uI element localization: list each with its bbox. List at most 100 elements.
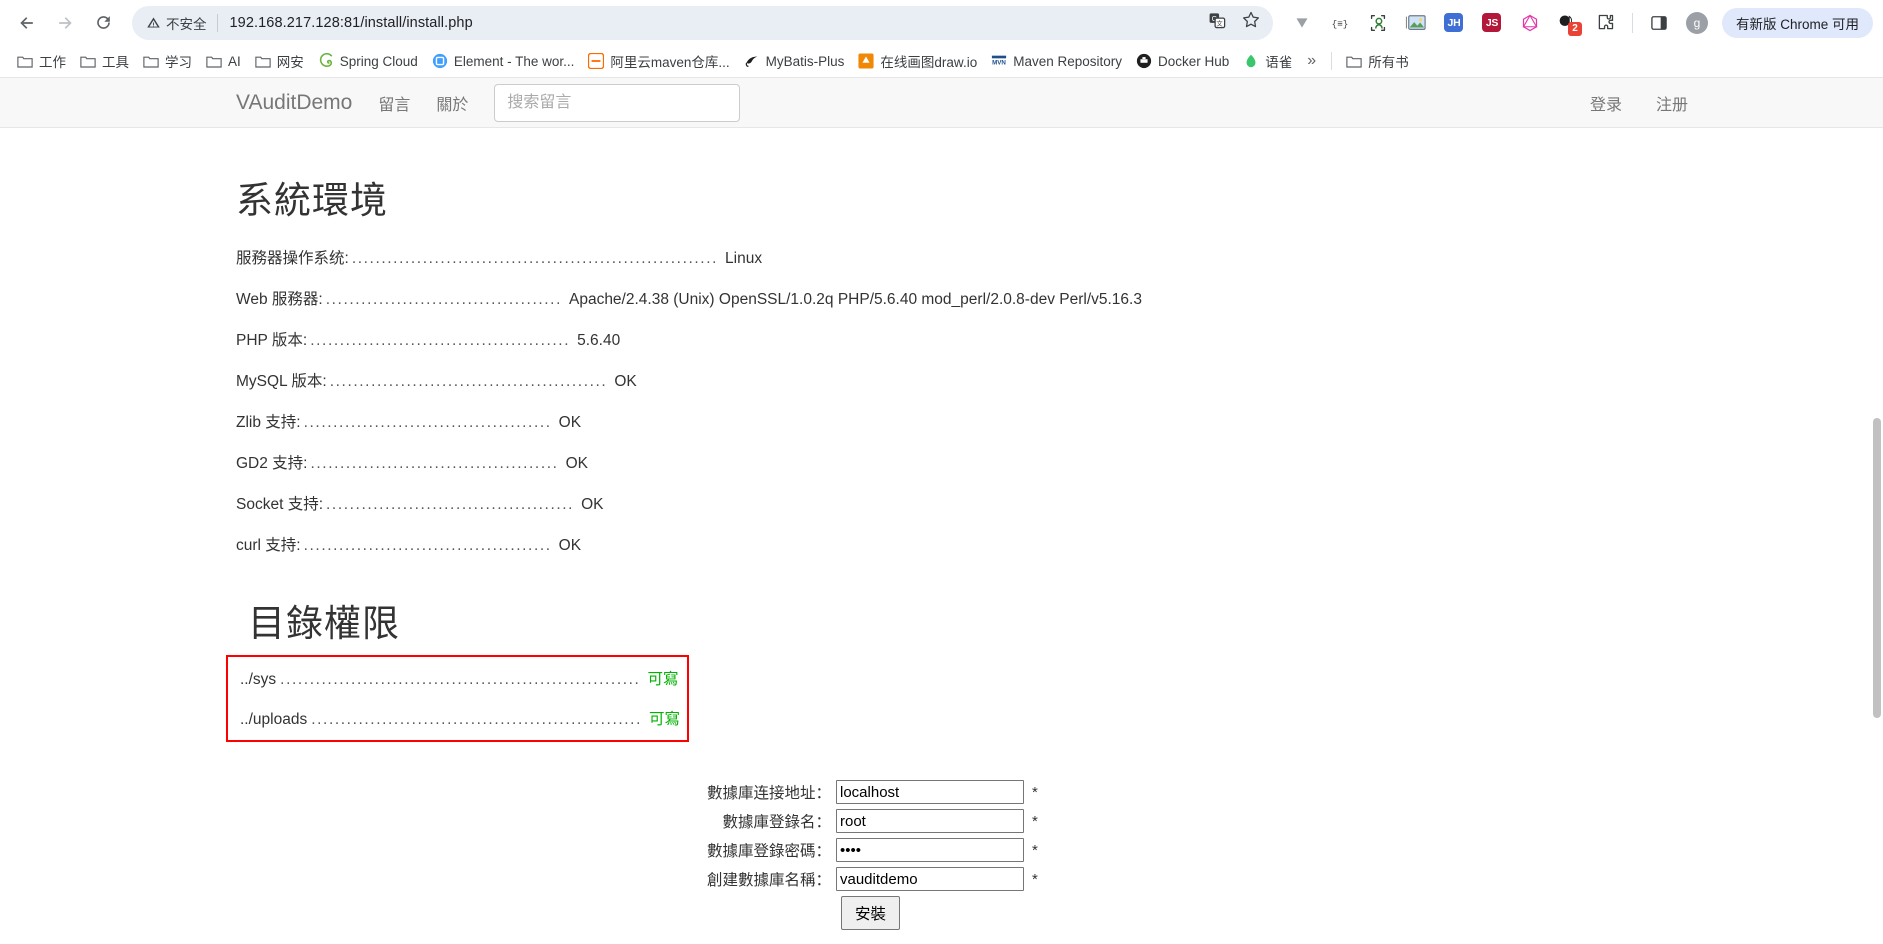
permission-path: ../sys <box>240 671 277 688</box>
bookmark-folder-work[interactable]: 工作 <box>10 47 73 75</box>
directory-permissions-heading: 目錄權限 <box>248 603 400 644</box>
aliyun-icon <box>588 53 605 69</box>
docker-icon <box>1136 53 1152 69</box>
nav-item-register[interactable]: 注册 <box>1656 91 1688 115</box>
url-text[interactable]: 192.168.217.128:81/install/install.php <box>218 15 1200 31</box>
svg-text:文: 文 <box>1216 18 1223 27</box>
bookmark-mybatis-plus[interactable]: MyBatis-Plus <box>737 49 852 73</box>
env-row-zlib: Zlib 支持: ...............................… <box>236 410 1883 432</box>
graphql-extension-icon[interactable] <box>1515 8 1545 38</box>
folder-icon <box>143 53 159 69</box>
required-marker: * <box>1032 812 1038 830</box>
toolbar-extension-icons: {≡} JH JS 2 g <box>1283 8 1716 38</box>
jh-extension-icon[interactable]: JH <box>1439 8 1469 38</box>
env-label: Web 服務器: <box>236 291 323 308</box>
bookmark-aliyun-maven[interactable]: 阿里云maven仓库... <box>581 47 736 75</box>
code-braces-icon[interactable]: {≡} <box>1325 8 1355 38</box>
install-button[interactable]: 安裝 <box>841 896 901 930</box>
db-password-label: 數據庫登錄密碼： <box>706 843 831 860</box>
bookmark-label: AI <box>228 53 241 69</box>
permissions-highlight-box: ../sys .................................… <box>226 655 689 742</box>
mybatis-icon <box>744 53 760 69</box>
js-extension-icon[interactable]: JS <box>1477 8 1507 38</box>
bookmark-label: 工具 <box>102 55 129 70</box>
folder-icon <box>1346 53 1362 69</box>
required-marker: * <box>1032 870 1038 888</box>
site-navbar: VAuditDemo 留言 關於 登录 注册 <box>0 78 1883 128</box>
all-bookmarks-button[interactable]: 所有书 <box>1339 47 1416 75</box>
nav-item-about[interactable]: 關於 <box>436 91 468 115</box>
browser-window: 不安全 192.168.217.128:81/install/install.p… <box>0 0 1883 944</box>
env-dots: ........................................ <box>325 291 562 308</box>
bookmarks-overflow-button[interactable]: » <box>1299 50 1324 72</box>
env-row-os: 服務器操作系统: ...............................… <box>236 246 1883 268</box>
image-extension-icon[interactable] <box>1401 8 1431 38</box>
env-label: MySQL 版本: <box>236 373 327 390</box>
page-scrollbar[interactable] <box>1868 78 1883 944</box>
back-button[interactable] <box>10 6 44 40</box>
db-host-input[interactable] <box>836 780 1024 804</box>
env-dots: ........................................… <box>351 250 719 267</box>
env-dots: ........................................… <box>329 373 608 390</box>
svg-text:MVN: MVN <box>992 60 1006 67</box>
bookmark-label: 在线画图draw.io <box>880 55 978 70</box>
permission-dots: ........................................… <box>311 711 642 728</box>
address-bar[interactable]: 不安全 192.168.217.128:81/install/install.p… <box>132 5 1273 40</box>
env-label: PHP 版本: <box>236 332 308 349</box>
bookmark-folder-tools[interactable]: 工具 <box>73 47 136 75</box>
reload-button[interactable] <box>86 6 120 40</box>
all-bookmarks-label: 所有书 <box>1368 55 1409 70</box>
site-brand[interactable]: VAuditDemo <box>236 91 352 115</box>
bookmark-folder-netsec[interactable]: 网安 <box>248 47 311 75</box>
db-user-input[interactable] <box>836 809 1024 833</box>
permission-dots: ........................................… <box>280 671 641 688</box>
bookmark-label: 网安 <box>276 55 304 70</box>
bookmark-label: MyBatis-Plus <box>765 53 845 69</box>
env-value: OK <box>565 455 588 472</box>
chrome-update-button[interactable]: 有新版 Chrome 可用 <box>1721 7 1873 38</box>
bookmark-element-ui[interactable]: Element - The wor... <box>425 49 582 73</box>
env-value: 5.6.40 <box>577 332 621 349</box>
security-indicator[interactable]: 不安全 <box>146 13 217 33</box>
env-row-curl: curl 支持: ...............................… <box>236 533 1883 555</box>
bookmark-docker-hub[interactable]: Docker Hub <box>1129 49 1236 73</box>
bookmark-folder-study[interactable]: 学习 <box>136 47 199 75</box>
env-label: GD2 支持: <box>236 455 308 472</box>
translate-icon[interactable]: G 文 <box>1208 11 1227 35</box>
profile-avatar[interactable]: g <box>1682 8 1712 38</box>
notes-extension-icon[interactable]: 2 <box>1553 8 1583 38</box>
puzzle-extensions-icon[interactable] <box>1591 8 1621 38</box>
element-icon <box>432 53 448 69</box>
bookmark-folder-ai[interactable]: AI <box>199 49 248 73</box>
nav-item-login[interactable]: 登录 <box>1590 91 1622 115</box>
bookmark-label: 语雀 <box>1265 55 1293 70</box>
nav-item-messages[interactable]: 留言 <box>378 91 410 115</box>
user-scan-icon[interactable] <box>1363 8 1393 38</box>
bookmark-yuque[interactable]: 语雀 <box>1236 47 1299 75</box>
browser-toolbar: 不安全 192.168.217.128:81/install/install.p… <box>0 0 1883 45</box>
env-value: Linux <box>725 250 763 267</box>
back-arrow-icon <box>20 16 33 29</box>
notification-badge: 2 <box>1567 21 1582 36</box>
bookmark-spring-cloud[interactable]: Spring Cloud <box>311 49 425 73</box>
bookmark-label: 学习 <box>165 55 192 70</box>
form-row-db-host: 數據庫连接地址： * <box>236 780 1883 804</box>
download-icon[interactable] <box>1287 8 1317 38</box>
db-password-input[interactable] <box>836 838 1024 862</box>
forward-button[interactable] <box>48 6 82 40</box>
env-label: 服務器操作系统: <box>236 250 349 267</box>
env-dots: ........................................… <box>303 414 552 431</box>
environment-list: 服務器操作系统: ...............................… <box>236 246 1883 555</box>
bookmark-star-icon[interactable] <box>1241 10 1261 35</box>
form-row-db-user: 數據庫登錄名： * <box>236 809 1883 833</box>
search-input[interactable] <box>494 83 741 122</box>
scrollbar-thumb[interactable] <box>1873 418 1881 718</box>
bookmark-drawio[interactable]: 在线画图draw.io <box>851 47 984 75</box>
db-name-input[interactable] <box>836 867 1024 891</box>
env-row-php: PHP 版本: ................................… <box>236 328 1883 350</box>
side-panel-icon[interactable] <box>1644 8 1674 38</box>
folder-icon <box>17 53 33 69</box>
warning-triangle-icon <box>147 17 160 28</box>
install-form: 數據庫连接地址： * 數據庫登錄名： * 數據庫登錄密碼： * 創建數據庫名稱： <box>236 780 1883 930</box>
bookmark-maven-repository[interactable]: MVN Maven Repository <box>984 49 1129 73</box>
